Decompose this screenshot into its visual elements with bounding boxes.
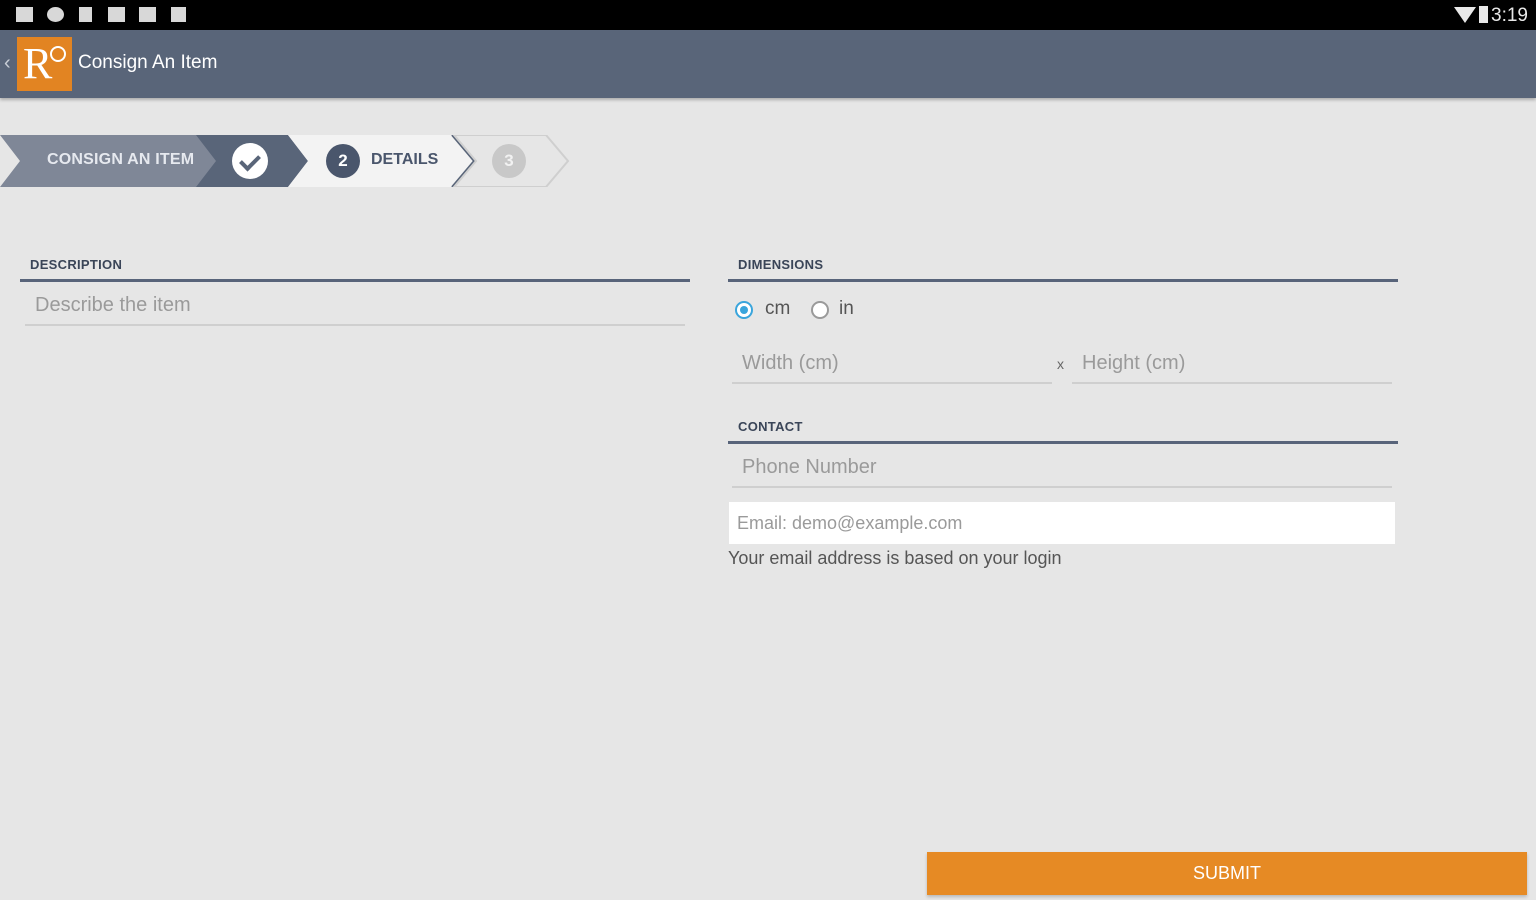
unit-in-label[interactable]: in <box>839 298 854 320</box>
app-bar: ‹ R Consign An Item <box>0 30 1536 98</box>
app-title: Consign An Item <box>78 52 218 73</box>
dimension-separator: x <box>1057 356 1064 372</box>
shop-check-notification-icon <box>139 7 156 22</box>
email-hint: Your email address is based on your logi… <box>728 548 1062 568</box>
height-input[interactable]: Height (cm) <box>1072 348 1392 384</box>
dimensions-header: DIMENSIONS <box>728 257 1398 282</box>
unit-cm-radio[interactable] <box>735 301 753 319</box>
status-time: 3:19 <box>1491 5 1528 26</box>
description-input[interactable]: Describe the item <box>25 290 685 326</box>
progress-stepper: CONSIGN AN ITEM 2 DETAILS 3 <box>0 135 575 187</box>
contact-header: CONTACT <box>728 419 1398 444</box>
phone-notification-icon <box>79 7 92 22</box>
step1-label[interactable]: CONSIGN AN ITEM <box>47 151 194 169</box>
unit-in-radio[interactable] <box>811 301 829 319</box>
gallery-notification-icon <box>16 7 33 22</box>
step2-label: DETAILS <box>371 151 439 168</box>
description-header: DESCRIPTION <box>20 257 690 282</box>
submit-button[interactable]: SUBMIT <box>927 852 1527 895</box>
phone-input[interactable]: Phone Number <box>732 452 1392 488</box>
battery-icon <box>1479 6 1488 23</box>
status-bar: 3:19 <box>0 0 1536 30</box>
width-input[interactable]: Width (cm) <box>732 348 1052 384</box>
wifi-icon <box>1454 7 1476 23</box>
logo-ring-icon <box>50 46 66 62</box>
email-field[interactable]: Email: demo@example.com <box>729 502 1395 544</box>
unit-cm-label[interactable]: cm <box>765 298 790 320</box>
shop-bag-notification-icon <box>108 7 125 22</box>
sd-card-notification-icon <box>171 7 186 22</box>
step3-number: 3 <box>492 144 526 178</box>
back-chevron-icon[interactable]: ‹ <box>4 52 11 75</box>
record-notification-icon <box>47 7 64 22</box>
step2-number: 2 <box>326 144 360 178</box>
app-logo[interactable]: R <box>17 37 72 91</box>
step-complete-check-icon <box>232 143 268 179</box>
